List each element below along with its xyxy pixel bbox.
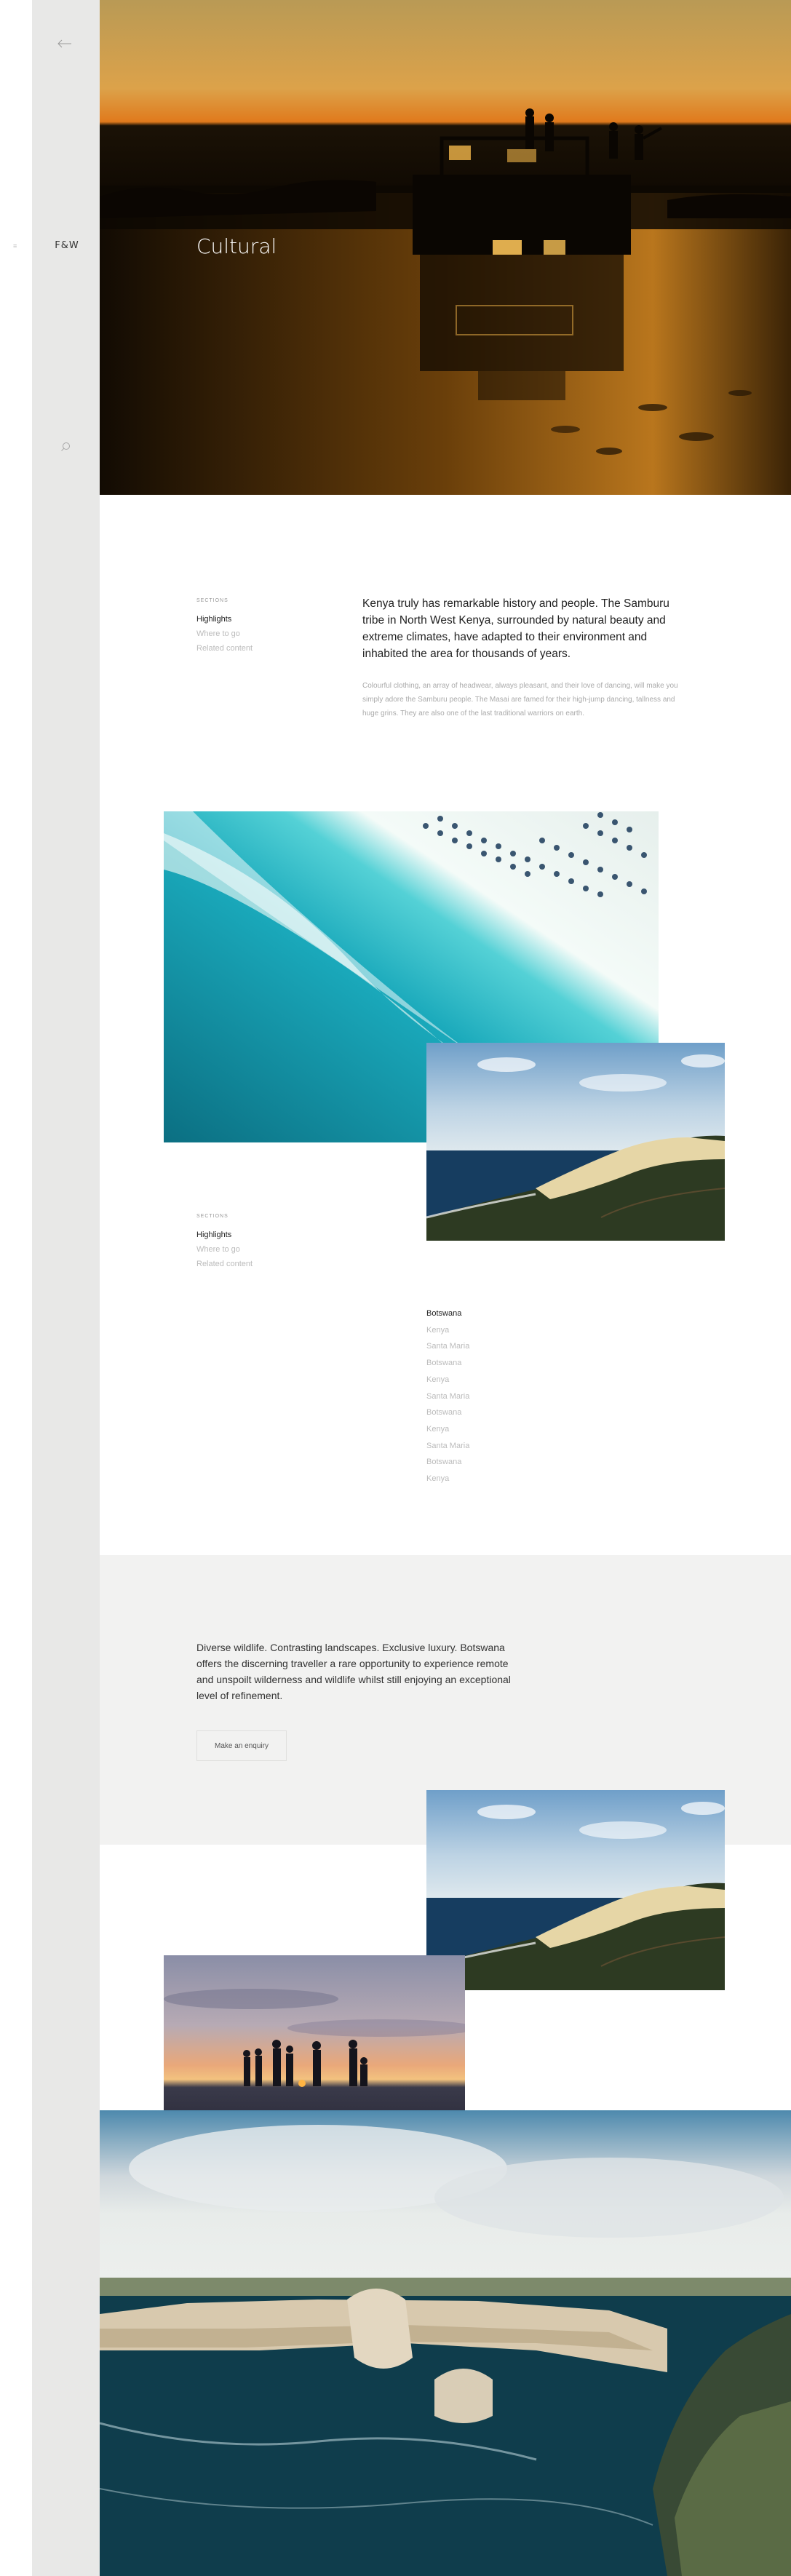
sections-item-related-content[interactable]: Related content <box>196 1257 313 1271</box>
destination-item[interactable]: Botswana <box>426 1355 572 1372</box>
hero-image: Cultural <box>100 0 791 495</box>
sections-nav-2: SECTIONS Highlights Where to go Related … <box>196 1214 313 1271</box>
sections-item-highlights[interactable]: Highlights <box>196 1228 313 1242</box>
hero-title: Cultural <box>196 234 277 258</box>
brand-logo[interactable]: F&W <box>44 240 90 251</box>
search-icon[interactable] <box>60 441 71 453</box>
destinations-list: Botswana Kenya Santa Maria Botswana Keny… <box>426 1305 572 1487</box>
outer-strip: ≡ <box>0 0 32 2576</box>
intro-body: Colourful clothing, an array of headwear… <box>362 682 678 717</box>
destination-item[interactable]: Santa Maria <box>426 1438 572 1455</box>
destination-item[interactable]: Santa Maria <box>426 1338 572 1355</box>
intro-lead: Kenya truly has remarkable history and p… <box>362 597 669 660</box>
destination-item[interactable]: Botswana <box>426 1404 572 1421</box>
sea-cliffs-image <box>100 2110 791 2576</box>
destination-item[interactable]: Botswana <box>426 1305 572 1322</box>
coastline-image <box>426 1043 725 1241</box>
destination-item[interactable]: Kenya <box>426 1421 572 1438</box>
sidebar <box>32 0 100 2576</box>
destination-item[interactable]: Botswana <box>426 1454 572 1471</box>
coastline-image <box>426 1790 725 1990</box>
sections-label: SECTIONS <box>196 598 228 603</box>
destination-item[interactable]: Kenya <box>426 1471 572 1487</box>
destination-item[interactable]: Kenya <box>426 1372 572 1388</box>
sections-item-related-content[interactable]: Related content <box>196 641 313 656</box>
sections-item-where-to-go[interactable]: Where to go <box>196 1242 313 1257</box>
make-enquiry-button[interactable]: Make an enquiry <box>196 1730 287 1761</box>
promo-quote: Diverse wildlife. Contrasting landscapes… <box>196 1642 511 1701</box>
arrow-left-icon[interactable] <box>55 38 74 49</box>
sections-item-where-to-go[interactable]: Where to go <box>196 627 313 641</box>
sections-nav-1: SECTIONS Highlights Where to go Related … <box>196 598 313 656</box>
destination-item[interactable]: Santa Maria <box>426 1388 572 1405</box>
sections-item-highlights[interactable]: Highlights <box>196 612 313 627</box>
sections-label: SECTIONS <box>196 1214 228 1219</box>
menu-dot-icon[interactable]: ≡ <box>13 243 19 250</box>
destination-item[interactable]: Kenya <box>426 1322 572 1339</box>
